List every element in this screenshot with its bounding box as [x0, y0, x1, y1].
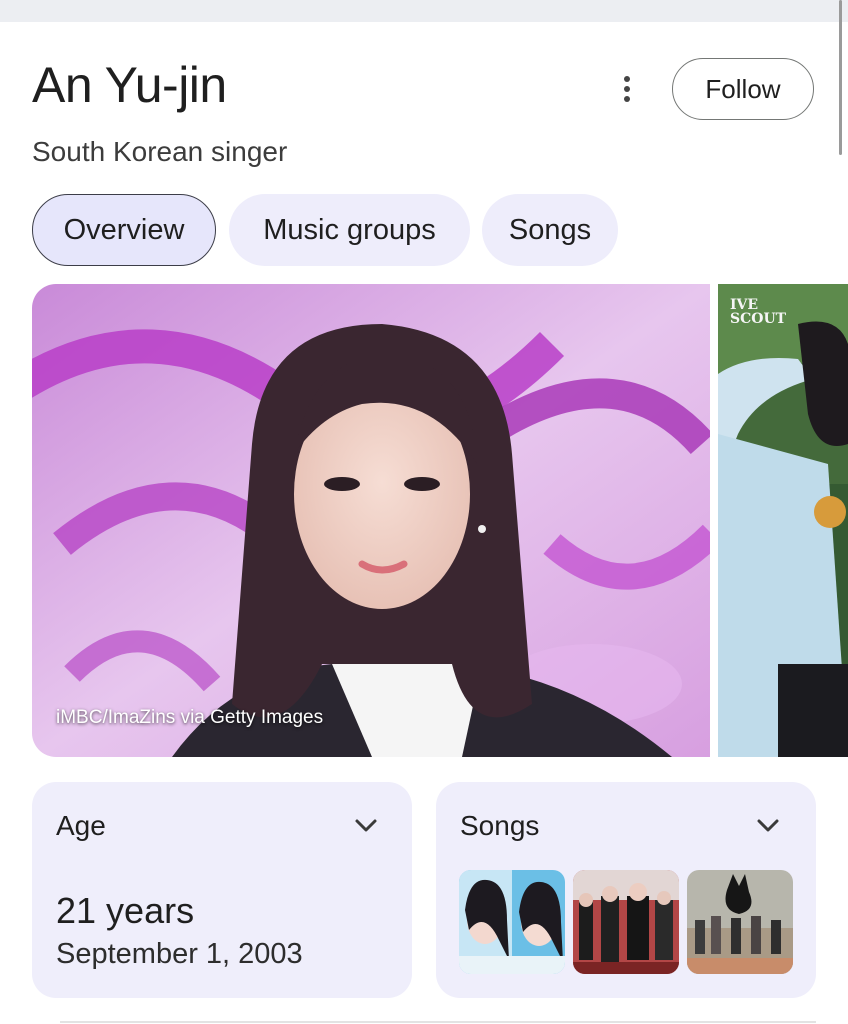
portrait-image	[32, 284, 710, 757]
more-vert-icon	[624, 76, 630, 82]
birth-date: September 1, 2003	[56, 938, 303, 970]
photo-credit: iMBC/ImaZins via Getty Images	[56, 707, 324, 728]
browser-top-strip	[0, 0, 848, 22]
age-card-title: Age	[56, 810, 106, 841]
tab-music-groups[interactable]: Music groups	[229, 194, 470, 266]
tab-overview[interactable]: Overview	[32, 194, 216, 266]
age-value: 21 years	[56, 890, 195, 931]
page-scrollbar[interactable]	[839, 0, 842, 155]
tab-songs[interactable]: Songs	[482, 194, 618, 266]
secondary-photo-caption: IVE SCOUT	[730, 297, 787, 327]
main-photo[interactable]: iMBC/ImaZins via Getty Images	[32, 284, 710, 757]
secondary-photo[interactable]: IVE SCOUT	[718, 284, 848, 757]
age-card[interactable]: Age 21 years September 1, 2003	[32, 782, 412, 998]
entity-title: An Yu-jin	[32, 57, 227, 113]
more-options-button[interactable]	[606, 68, 648, 110]
section-divider	[60, 1021, 816, 1023]
song-thumbnail-1[interactable]	[459, 870, 565, 974]
song-thumbnail-3[interactable]	[687, 870, 793, 974]
entity-subtitle: South Korean singer	[32, 136, 288, 167]
secondary-photo-image	[718, 284, 848, 757]
songs-card-title: Songs	[460, 810, 540, 841]
follow-button[interactable]: Follow	[672, 58, 814, 120]
chevron-down-icon[interactable]	[756, 818, 780, 834]
chevron-down-icon[interactable]	[354, 818, 378, 834]
song-thumbnail-2[interactable]	[573, 870, 679, 974]
